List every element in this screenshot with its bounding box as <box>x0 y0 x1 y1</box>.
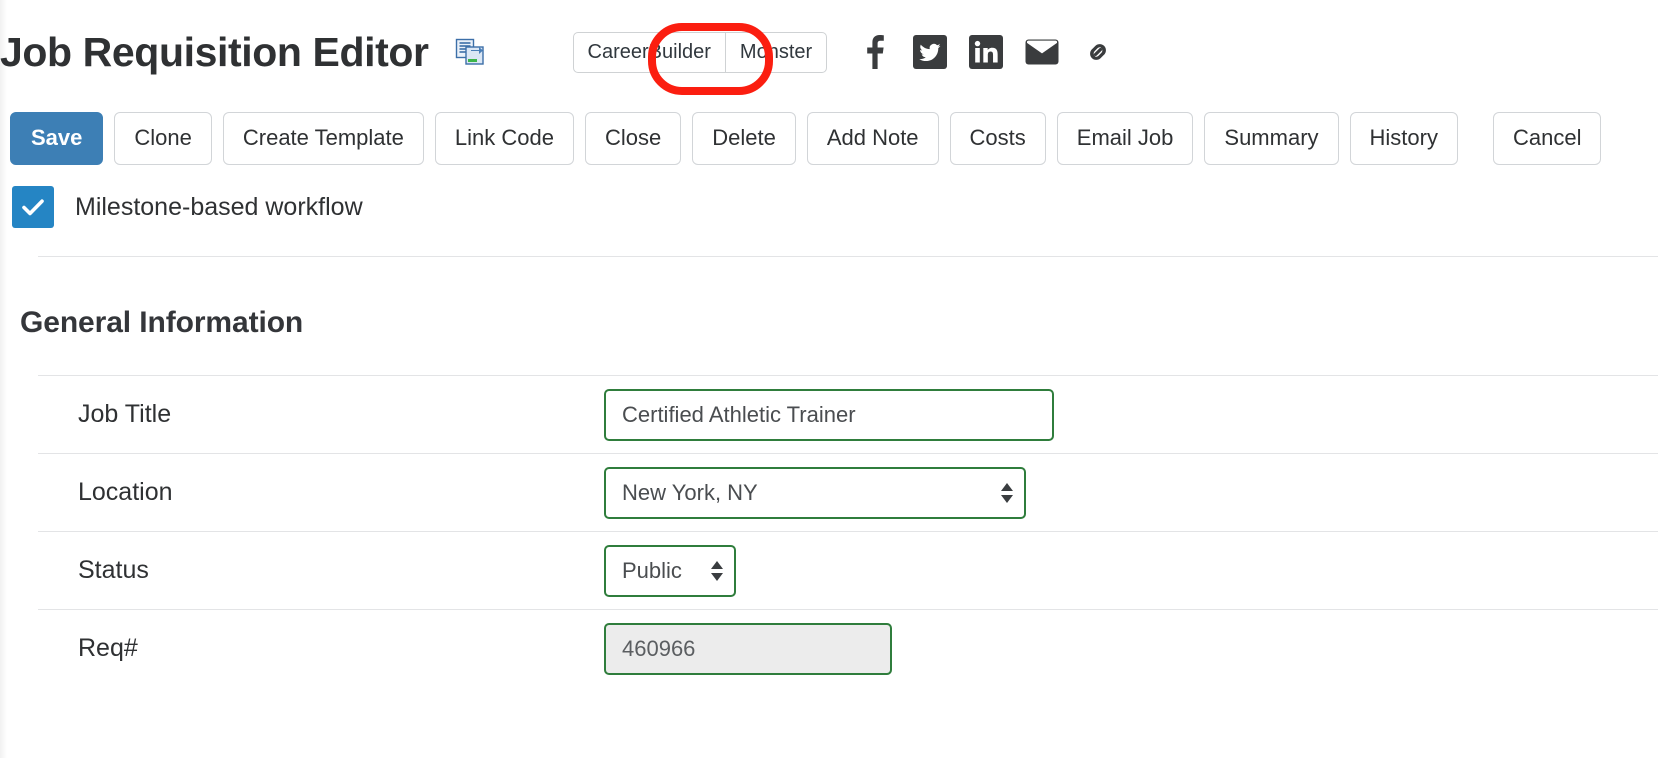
field-row-status: Status Public <box>38 531 1658 609</box>
tab-monster[interactable]: Monster <box>724 31 828 73</box>
milestone-workflow-checkbox[interactable] <box>12 186 54 228</box>
milestone-workflow-row: Milestone-based workflow <box>12 186 363 228</box>
job-title-input[interactable] <box>604 388 1054 441</box>
job-requisition-editor-page: Job Requisition Editor CareerBuilder Mon… <box>0 0 1658 758</box>
add-note-button[interactable]: Add Note <box>806 111 939 165</box>
field-row-location: Location New York, NY <box>38 453 1658 531</box>
summary-button[interactable]: Summary <box>1204 111 1339 165</box>
close-button[interactable]: Close <box>584 111 682 165</box>
req-number-label: Req# <box>78 634 138 662</box>
save-button[interactable]: Save <box>10 111 104 165</box>
check-icon <box>22 199 44 216</box>
delete-button[interactable]: Delete <box>692 111 796 165</box>
page-title: Job Requisition Editor <box>0 28 429 75</box>
pane-left-shadow <box>0 0 7 758</box>
location-label: Location <box>78 478 173 506</box>
location-select[interactable]: New York, NY <box>604 466 1026 519</box>
header-divider <box>38 256 1658 257</box>
social-share-icons <box>857 35 1115 69</box>
tab-careerbuilder[interactable]: CareerBuilder <box>572 31 726 73</box>
create-template-button[interactable]: Create Template <box>222 111 424 165</box>
link-code-button[interactable]: Link Code <box>434 111 574 165</box>
general-information-heading: General Information <box>20 306 304 339</box>
costs-button[interactable]: Costs <box>949 111 1046 165</box>
copy-documents-icon[interactable] <box>455 37 485 67</box>
job-board-tab-group: CareerBuilder Monster <box>572 31 828 73</box>
twitter-icon[interactable] <box>913 35 948 69</box>
job-title-label: Job Title <box>78 400 172 428</box>
facebook-icon[interactable] <box>857 35 891 69</box>
general-information-form: Job Title Location New York, NY Status <box>38 375 1658 687</box>
milestone-workflow-label: Milestone-based workflow <box>75 192 363 221</box>
clone-button[interactable]: Clone <box>114 111 212 165</box>
action-toolbar: Save Clone Create Template Link Code Clo… <box>10 111 1650 165</box>
status-select[interactable]: Public <box>604 544 736 597</box>
email-job-button[interactable]: Email Job <box>1056 111 1194 165</box>
cancel-button[interactable]: Cancel <box>1492 111 1602 165</box>
field-row-req-number: Req# <box>38 609 1658 687</box>
status-label: Status <box>78 556 149 584</box>
link-icon[interactable] <box>1081 35 1115 69</box>
history-button[interactable]: History <box>1349 111 1458 165</box>
field-row-job-title: Job Title <box>38 375 1658 453</box>
req-number-input <box>604 622 892 675</box>
linkedin-icon[interactable] <box>969 35 1004 69</box>
email-icon[interactable] <box>1025 35 1059 69</box>
page-header: Job Requisition Editor CareerBuilder Mon… <box>0 14 1658 90</box>
